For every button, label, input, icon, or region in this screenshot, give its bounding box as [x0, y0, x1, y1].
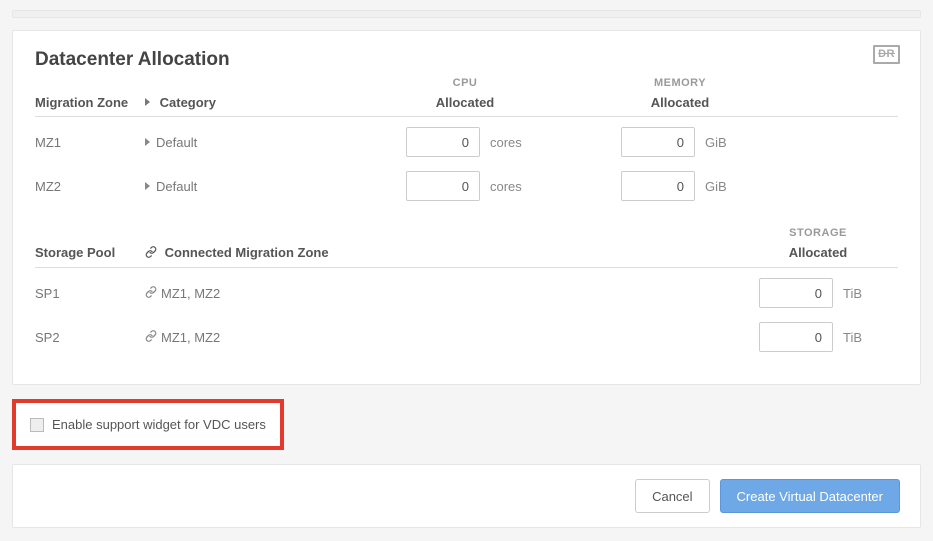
sp-cmz-cell: MZ1, MZ2 — [145, 330, 738, 345]
storage-row: SP2 MZ1, MZ2 TiB — [35, 322, 898, 352]
link-icon — [145, 246, 157, 261]
support-widget-checkbox-row[interactable]: Enable support widget for VDC users — [30, 417, 266, 432]
cpu-header: CPU — [355, 77, 575, 89]
col-category[interactable]: Category — [145, 95, 355, 110]
chevron-right-icon — [145, 182, 150, 190]
storage-input[interactable] — [759, 322, 833, 352]
link-icon — [145, 286, 157, 301]
mz-row: MZ2 Default cores GiB — [35, 171, 898, 201]
mem-unit: GiB — [705, 135, 739, 150]
cpu-input[interactable] — [406, 171, 480, 201]
col-category-label: Category — [160, 95, 216, 110]
mz-category-cell[interactable]: Default — [145, 135, 355, 150]
support-widget-label: Enable support widget for VDC users — [52, 417, 266, 432]
link-icon — [145, 330, 157, 345]
allocation-panel: DR Datacenter Allocation CPU MEMORY Migr… — [12, 30, 921, 385]
mz-category-cell[interactable]: Default — [145, 179, 355, 194]
sp-name: SP1 — [35, 286, 145, 301]
storage-section-headers: STORAGE — [35, 227, 898, 239]
memory-header: MEMORY — [575, 77, 785, 89]
compute-section-headers: CPU MEMORY — [35, 77, 898, 89]
mz-row: MZ1 Default cores GiB — [35, 127, 898, 157]
col-connected-mz-label: Connected Migration Zone — [165, 245, 329, 260]
sp-cmz-cell: MZ1, MZ2 — [145, 286, 738, 301]
storage-header: STORAGE — [738, 227, 898, 239]
mz-category-label: Default — [156, 179, 197, 194]
mz-name: MZ1 — [35, 135, 145, 150]
mz-category-label: Default — [156, 135, 197, 150]
mem-input[interactable] — [621, 127, 695, 157]
sp-cmz-label: MZ1, MZ2 — [161, 286, 220, 301]
col-cpu-allocated: Allocated — [355, 95, 575, 110]
col-mem-allocated: Allocated — [575, 95, 785, 110]
col-storage-pool[interactable]: Storage Pool — [35, 245, 145, 261]
cpu-unit: cores — [490, 135, 524, 150]
cpu-input[interactable] — [406, 127, 480, 157]
sp-name: SP2 — [35, 330, 145, 345]
storage-input[interactable] — [759, 278, 833, 308]
sp-cmz-label: MZ1, MZ2 — [161, 330, 220, 345]
cpu-unit: cores — [490, 179, 524, 194]
cancel-button[interactable]: Cancel — [635, 479, 709, 513]
col-connected-mz[interactable]: Connected Migration Zone — [145, 245, 738, 261]
create-virtual-datacenter-button[interactable]: Create Virtual Datacenter — [720, 479, 900, 513]
mem-input[interactable] — [621, 171, 695, 201]
col-storage-allocated: Allocated — [738, 245, 898, 261]
mz-name: MZ2 — [35, 179, 145, 194]
chevron-right-icon — [145, 138, 150, 146]
panel-title: Datacenter Allocation — [35, 49, 898, 71]
col-migration-zone[interactable]: Migration Zone — [35, 95, 145, 110]
support-widget-checkbox[interactable] — [30, 418, 44, 432]
chevron-right-icon — [145, 98, 150, 106]
storage-row: SP1 MZ1, MZ2 TiB — [35, 278, 898, 308]
dr-badge: DR — [873, 45, 900, 64]
top-strip — [12, 10, 921, 18]
mem-unit: GiB — [705, 179, 739, 194]
storage-unit: TiB — [843, 330, 877, 345]
storage-sub-headers: Storage Pool Connected Migration Zone Al… — [35, 245, 898, 268]
compute-sub-headers: Migration Zone Category Allocated Alloca… — [35, 95, 898, 117]
support-widget-panel: Enable support widget for VDC users — [12, 399, 284, 450]
storage-unit: TiB — [843, 286, 877, 301]
actions-panel: Cancel Create Virtual Datacenter — [12, 464, 921, 528]
